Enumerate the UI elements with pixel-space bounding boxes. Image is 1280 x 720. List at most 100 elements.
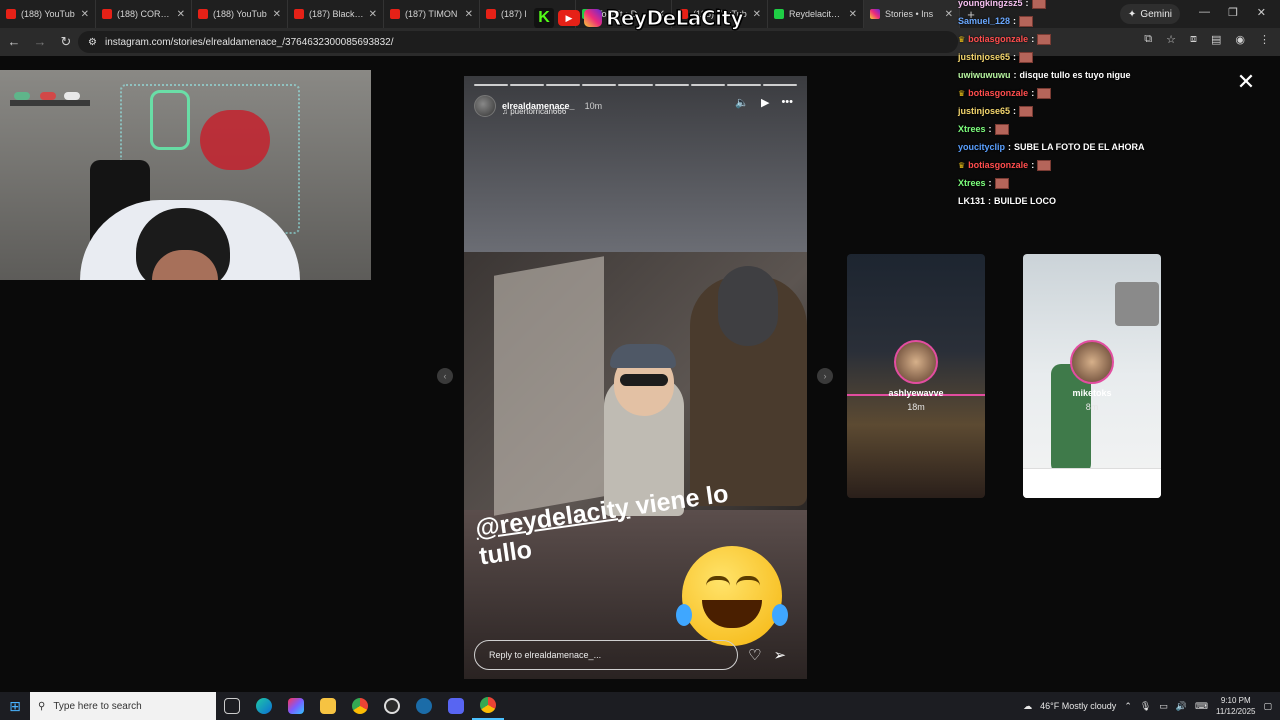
- chat-separator: :: [1013, 52, 1017, 62]
- close-tab-icon[interactable]: ✕: [273, 9, 281, 20]
- chat-username[interactable]: justinjose65: [958, 106, 1010, 116]
- chat-separator: :: [988, 178, 992, 188]
- stream-overlay-logo: K ▶ ReyDeLaCity: [534, 4, 744, 32]
- chat-username[interactable]: justinjose65: [958, 52, 1010, 62]
- forward-icon[interactable]: →: [28, 30, 52, 54]
- close-tab-icon[interactable]: ✕: [81, 9, 89, 20]
- tab-title: (187) Black Ju: [309, 9, 364, 19]
- play-icon[interactable]: ▶: [761, 96, 769, 109]
- chat-username[interactable]: Samuel_128: [958, 16, 1010, 26]
- story-preview-card[interactable]: miketoks 8m: [1023, 254, 1161, 498]
- mute-icon[interactable]: 🔈: [735, 96, 749, 109]
- chat-message: Xtrees:: [958, 120, 1258, 138]
- chat-separator: :: [1013, 106, 1017, 116]
- chat-emote-icon: [994, 123, 1009, 135]
- preview-time: 8m: [1085, 402, 1099, 412]
- browser-tab[interactable]: Reydelacity S ✕: [768, 0, 864, 28]
- chat-message: Samuel_128:: [958, 12, 1258, 30]
- obs-icon[interactable]: [376, 692, 408, 720]
- story-reply-input[interactable]: Reply to elrealdamenace_...: [474, 640, 738, 670]
- close-tab-icon[interactable]: ✕: [753, 9, 761, 20]
- story-avatar[interactable]: [474, 95, 496, 117]
- windows-start-icon[interactable]: ⊞: [0, 698, 30, 715]
- chat-message: LK131: BUILDE LOCO: [958, 192, 1258, 210]
- search-icon: ⚲: [38, 700, 46, 712]
- preview-avatar: [1070, 340, 1114, 384]
- chat-separator: :: [1025, 0, 1029, 8]
- chat-username[interactable]: youcityclip: [958, 142, 1005, 152]
- chat-username[interactable]: LK131: [958, 196, 985, 206]
- chat-emote-icon: [1019, 105, 1034, 117]
- chat-message: ♛ botiasgonzale:: [958, 84, 1258, 102]
- task-view-icon[interactable]: [216, 692, 248, 720]
- site-info-icon[interactable]: ⚙: [88, 37, 97, 48]
- close-tab-icon[interactable]: ✕: [369, 9, 377, 20]
- menu-dots-icon[interactable]: ⋮: [1259, 33, 1270, 46]
- youtube-icon: [6, 9, 16, 19]
- browser-tab[interactable]: (188) YouTub ✕: [0, 0, 96, 28]
- weather-icon[interactable]: ☁: [1023, 701, 1032, 712]
- windows-taskbar: ⊞ ⚲ Type here to search ☁ 46°F Mostly cl…: [0, 692, 1280, 720]
- taskbar-clock[interactable]: 9:10 PM 11/12/2025: [1216, 695, 1255, 717]
- tray-chevron-icon[interactable]: ⌃: [1124, 701, 1132, 712]
- story-preview-card[interactable]: ashlyewavve 18m: [847, 254, 985, 498]
- file-explorer-icon[interactable]: [312, 692, 344, 720]
- browser-tab[interactable]: (187) Black Ju ✕: [288, 0, 384, 28]
- chrome-active-icon[interactable]: [472, 692, 504, 720]
- browser-tab[interactable]: (187) TIMON ✕: [384, 0, 480, 28]
- copilot-icon[interactable]: [280, 692, 312, 720]
- overlay-logo-text: ReyDeLaCity: [605, 6, 744, 31]
- chat-username[interactable]: Xtrees: [958, 124, 986, 134]
- chrome-icon[interactable]: [344, 692, 376, 720]
- volume-icon[interactable]: 🔊: [1176, 701, 1187, 712]
- chat-separator: :: [988, 124, 992, 134]
- youtube-icon: [486, 9, 496, 19]
- more-options-icon[interactable]: •••: [781, 96, 793, 109]
- chat-username[interactable]: botiasgonzale: [968, 34, 1028, 44]
- like-heart-icon[interactable]: ♡: [748, 646, 761, 664]
- youtube-logo-icon: ▶: [558, 10, 580, 26]
- reload-icon[interactable]: ↻: [54, 30, 78, 54]
- chat-message: Xtrees:: [958, 174, 1258, 192]
- chat-separator: :: [1031, 160, 1035, 170]
- youtube-icon: [294, 9, 304, 19]
- close-tab-icon[interactable]: ✕: [465, 9, 473, 20]
- story-viewer[interactable]: elrealdamenace_ 10m ♫ puertorrican666 🔈 …: [464, 76, 807, 679]
- keyboard-icon[interactable]: ⌨: [1195, 701, 1208, 712]
- preview-username: miketoks: [1072, 388, 1112, 398]
- edge-icon[interactable]: [248, 692, 280, 720]
- chat-username[interactable]: Xtrees: [958, 178, 986, 188]
- address-bar[interactable]: ⚙ instagram.com/stories/elrealdamenace_/…: [78, 31, 958, 53]
- chat-message: ♛ botiasgonzale:: [958, 156, 1258, 174]
- previous-story-icon[interactable]: ‹: [437, 368, 453, 384]
- mic-icon[interactable]: 🎙: [1140, 701, 1151, 712]
- steam-icon[interactable]: [408, 692, 440, 720]
- chat-message: ♛ botiasgonzale:: [958, 30, 1258, 48]
- browser-tab[interactable]: Stories • Ins ✕: [864, 0, 960, 28]
- close-tab-icon[interactable]: ✕: [945, 9, 953, 20]
- discord-icon[interactable]: [440, 692, 472, 720]
- notifications-icon[interactable]: ▢: [1263, 701, 1272, 712]
- story-audio-account[interactable]: ♫ puertorrican666: [502, 107, 566, 116]
- share-send-icon[interactable]: ➢: [773, 646, 786, 664]
- chat-username[interactable]: botiasgonzale: [968, 88, 1028, 98]
- browser-tab[interactable]: (188) CORRIE ✕: [96, 0, 192, 28]
- browser-tab[interactable]: (188) YouTub ✕: [192, 0, 288, 28]
- tab-title: (188) YouTub: [21, 9, 75, 19]
- weather-text[interactable]: 46°F Mostly cloudy: [1040, 701, 1116, 711]
- chat-separator: :: [1013, 70, 1017, 80]
- chat-emote-icon: [1037, 33, 1052, 45]
- chat-username[interactable]: uwiwuwuwu: [958, 70, 1011, 80]
- youtube-icon: [102, 9, 112, 19]
- chat-emote-icon: [1037, 87, 1052, 99]
- youtube-icon: [198, 9, 208, 19]
- taskbar-search-box[interactable]: ⚲ Type here to search: [30, 692, 216, 720]
- back-icon[interactable]: ←: [2, 30, 26, 54]
- close-tab-icon[interactable]: ✕: [849, 9, 857, 20]
- close-window-icon[interactable]: ✕: [1257, 6, 1266, 19]
- chat-username[interactable]: botiasgonzale: [968, 160, 1028, 170]
- close-tab-icon[interactable]: ✕: [177, 9, 185, 20]
- network-icon[interactable]: ▭: [1159, 701, 1168, 712]
- next-story-icon[interactable]: ›: [817, 368, 833, 384]
- chat-username[interactable]: youngkingzsz5: [958, 0, 1023, 8]
